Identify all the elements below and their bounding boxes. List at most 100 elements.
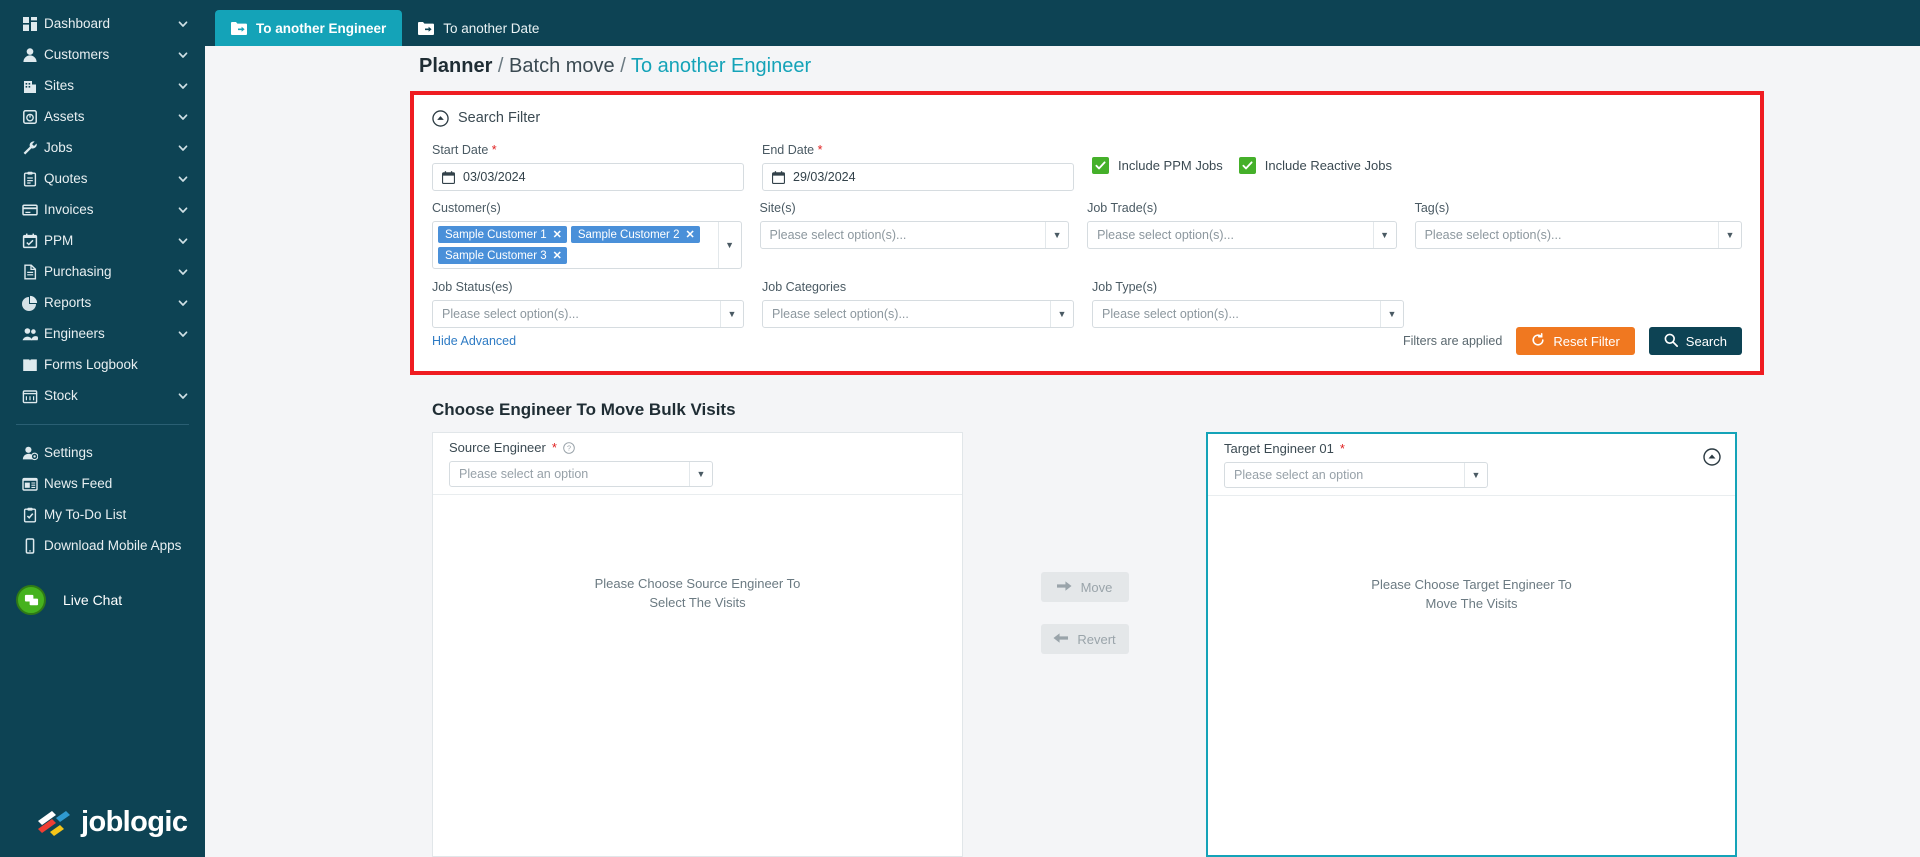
sidebar-item-settings[interactable]: Settings (0, 437, 205, 468)
include-ppm-jobs-label: Include PPM Jobs (1118, 158, 1223, 173)
sidebar-item-stock[interactable]: Stock (0, 380, 205, 411)
engineers-icon (22, 326, 44, 342)
sidebar-item-label: My To-Do List (44, 507, 127, 522)
sidebar-item-forms-logbook[interactable]: Forms Logbook (0, 349, 205, 380)
include-ppm-jobs-checkbox[interactable]: Include PPM Jobs (1092, 157, 1223, 174)
search-icon (1664, 333, 1678, 350)
tab-to-another-engineer[interactable]: To another Engineer (215, 10, 403, 46)
reset-filter-button[interactable]: Reset Filter (1516, 327, 1635, 355)
job-trades-select[interactable]: Please select option(s)... ▼ (1087, 221, 1397, 249)
start-date-input[interactable]: 03/03/2024 (432, 163, 744, 191)
end-date-input[interactable]: 29/03/2024 (762, 163, 1074, 191)
sidebar-item-label: Settings (44, 445, 93, 460)
sidebar-item-news-feed[interactable]: News Feed (0, 468, 205, 499)
sidebar-item-label: Assets (44, 109, 85, 124)
breadcrumb-separator: / (497, 54, 504, 77)
sites-placeholder: Please select option(s)... (769, 228, 907, 242)
job-trades-placeholder: Please select option(s)... (1097, 228, 1234, 242)
search-button[interactable]: Search (1648, 327, 1742, 355)
customers-icon (22, 47, 44, 63)
end-date-label: End Date * (762, 143, 823, 157)
sidebar-item-purchasing[interactable]: Purchasing (0, 256, 205, 287)
close-x-icon[interactable]: ✕ (553, 249, 562, 262)
sidebar-item-customers[interactable]: Customers (0, 39, 205, 70)
job-status-select[interactable]: Please select option(s)... ▼ (432, 300, 744, 328)
ppm-icon (22, 233, 44, 249)
sidebar-item-sites[interactable]: Sites (0, 70, 205, 101)
breadcrumb-root[interactable]: Planner (419, 55, 492, 77)
chevron-down-icon[interactable]: ▼ (1717, 222, 1741, 248)
chevron-down-icon[interactable] (177, 328, 191, 340)
source-engineer-label: Source Engineer * ? (449, 440, 946, 455)
job-type-select[interactable]: Please select option(s)... ▼ (1092, 300, 1404, 328)
chevron-down-icon[interactable]: ▼ (720, 301, 743, 327)
chevron-down-icon[interactable] (177, 142, 191, 154)
hide-advanced-link[interactable]: Hide Advanced (432, 334, 516, 348)
sidebar-item-label: Jobs (44, 140, 73, 155)
chevron-down-icon[interactable] (177, 297, 191, 309)
revert-button[interactable]: Revert (1040, 624, 1129, 654)
chevron-down-icon[interactable] (177, 49, 191, 61)
close-x-icon[interactable]: ✕ (685, 228, 694, 241)
sidebar-item-dashboard[interactable]: Dashboard (0, 8, 205, 39)
tags-select[interactable]: Please select option(s)... ▼ (1414, 221, 1742, 249)
svg-text:?: ? (567, 443, 571, 452)
chevron-down-icon[interactable] (177, 266, 191, 278)
move-button[interactable]: Move (1040, 572, 1129, 602)
end-date-value: 29/03/2024 (793, 170, 856, 184)
invoices-icon (22, 202, 44, 218)
assets-icon (22, 109, 44, 125)
sidebar-item-ppm[interactable]: PPM (0, 225, 205, 256)
search-filter-header[interactable]: Search Filter (432, 105, 1742, 131)
sidebar-item-label: Dashboard (44, 16, 111, 31)
chevron-down-icon[interactable]: ▼ (689, 462, 712, 486)
chevron-down-icon[interactable] (177, 390, 191, 402)
chevron-down-icon[interactable]: ▼ (1464, 463, 1487, 487)
sidebar-item-my-to-do-list[interactable]: My To-Do List (0, 499, 205, 530)
revert-label: Revert (1077, 631, 1116, 647)
customer-tag[interactable]: Sample Customer 3 ✕ (438, 247, 567, 264)
sites-select[interactable]: Please select option(s)... ▼ (759, 221, 1070, 249)
live-chat-button[interactable]: Live Chat (0, 575, 205, 625)
chevron-down-icon[interactable] (177, 80, 191, 92)
sidebar-item-quotes[interactable]: Quotes (0, 163, 205, 194)
chevron-down-icon[interactable]: ▼ (1050, 301, 1073, 327)
collapse-up-icon[interactable] (1703, 448, 1721, 466)
chevron-down-icon[interactable]: ▼ (1045, 222, 1068, 248)
include-reactive-jobs-checkbox[interactable]: Include Reactive Jobs (1238, 157, 1392, 174)
tab-label: To another Date (443, 20, 540, 36)
chevron-down-icon[interactable]: ▼ (1372, 222, 1396, 248)
sidebar-item-label: Forms Logbook (44, 357, 138, 372)
customer-tag[interactable]: Sample Customer 2 ✕ (570, 226, 700, 243)
chevron-down-icon[interactable] (177, 111, 191, 123)
source-engineer-panel: Source Engineer * ? Please select an opti… (432, 432, 963, 857)
sidebar-item-jobs[interactable]: Jobs (0, 132, 205, 163)
breadcrumb-middle[interactable]: Batch move (509, 55, 615, 77)
sites-label: Site(s) (759, 201, 796, 215)
page-title: Choose Engineer To Move Bulk Visits (432, 400, 736, 419)
job-categories-select[interactable]: Please select option(s)... ▼ (762, 300, 1074, 328)
customers-multiselect[interactable]: Sample Customer 1 ✕ Sample Customer 2 ✕ Samp… (432, 221, 742, 269)
chevron-down-icon[interactable] (177, 173, 191, 185)
source-engineer-select[interactable]: Please select an option ▼ (449, 461, 713, 487)
customer-tag[interactable]: Sample Customer 1 ✕ (438, 226, 567, 243)
sidebar-item-invoices[interactable]: Invoices (0, 194, 205, 225)
breadcrumb: Planner / Batch move / To another Engine… (205, 46, 1920, 86)
chevron-down-icon[interactable] (177, 18, 191, 30)
chevron-down-icon[interactable] (177, 204, 191, 216)
tab-to-another-date[interactable]: To another Date (402, 10, 555, 46)
help-circle-icon[interactable]: ? (563, 441, 575, 454)
chevron-down-icon[interactable]: ▼ (717, 222, 741, 268)
sidebar-item-engineers[interactable]: Engineers (0, 318, 205, 349)
target-engineer-select[interactable]: Please select an option ▼ (1224, 462, 1488, 488)
sidebar-item-assets[interactable]: Assets (0, 101, 205, 132)
sidebar-item-reports[interactable]: Reports (0, 287, 205, 318)
sidebar-item-download-mobile-apps[interactable]: Download Mobile Apps (0, 530, 205, 561)
job-trades-label: Job Trade(s) (1087, 201, 1158, 215)
chevron-down-icon[interactable] (177, 235, 191, 247)
collapse-up-icon[interactable] (432, 109, 449, 127)
checkbox-checked-icon (1092, 157, 1109, 174)
chevron-down-icon[interactable]: ▼ (1380, 301, 1403, 327)
close-x-icon[interactable]: ✕ (553, 228, 562, 241)
transfer-controls: Move Revert (963, 432, 1206, 857)
